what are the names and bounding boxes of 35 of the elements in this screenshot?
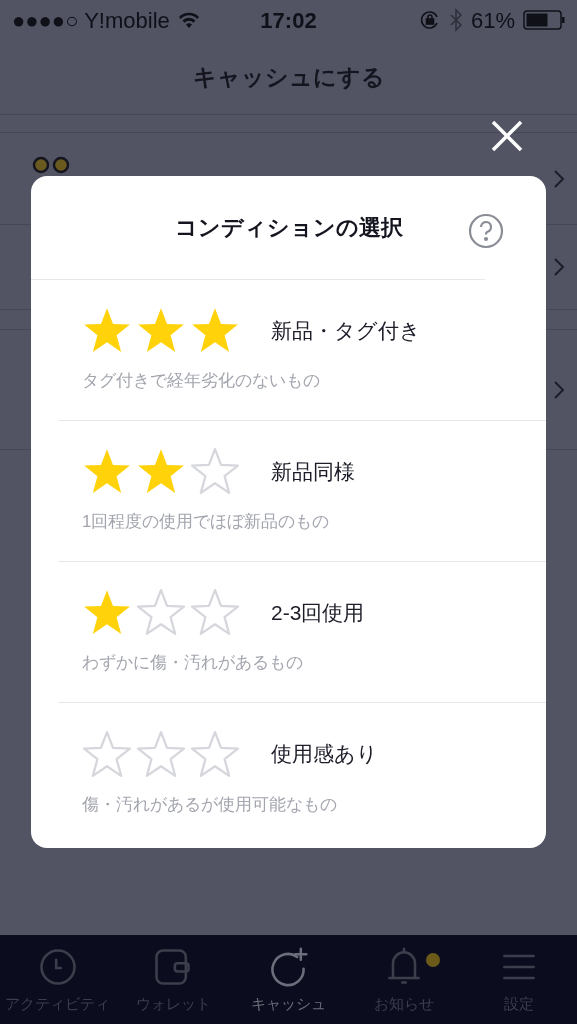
- star-icon: [82, 729, 132, 778]
- condition-description: 1回程度の使用でほぼ新品のもの: [82, 511, 331, 534]
- condition-label: 2-3回使用: [271, 599, 365, 626]
- carrier-name: ●●●●○ Y!mobile: [12, 6, 170, 35]
- close-button[interactable]: [490, 119, 524, 153]
- chevron-right-icon: [553, 379, 565, 400]
- chevron-right-icon: [553, 169, 565, 189]
- wifi-icon: [177, 12, 200, 28]
- rotation-lock-icon: [418, 9, 441, 31]
- condition-description: タグ付きで経年劣化のないもの: [82, 370, 321, 393]
- tab-item[interactable]: キャッシュ: [230, 935, 347, 1024]
- star-icon: [190, 729, 240, 778]
- bluetooth-icon: [448, 8, 463, 32]
- dots-icon: [32, 155, 72, 175]
- star-icon: [190, 588, 240, 637]
- condition-label: 新品同様: [271, 458, 355, 485]
- condition-option[interactable]: 新品・タグ付き タグ付きで経年劣化のないもの: [58, 280, 546, 421]
- condition-label: 新品・タグ付き: [271, 317, 421, 344]
- dialog-title: コンディションの選択: [173, 214, 404, 242]
- help-icon[interactable]: [468, 213, 504, 249]
- battery-icon: [523, 10, 565, 30]
- condition-description: 傷・汚れがあるが使用可能なもの: [82, 793, 338, 816]
- star-icon: [190, 447, 240, 496]
- clock-time: 17:02: [260, 6, 317, 35]
- condition-option[interactable]: 使用感あり 傷・汚れがあるが使用可能なもの: [58, 703, 546, 844]
- chevron-right-icon: [553, 257, 565, 277]
- star-icon: [136, 588, 186, 637]
- condition-option[interactable]: 2-3回使用 わずかに傷・汚れがあるもの: [58, 562, 546, 703]
- condition-option[interactable]: 新品同様 1回程度の使用でほぼ新品のもの: [58, 421, 546, 562]
- star-icon: [136, 729, 186, 778]
- close-icon: [490, 119, 524, 153]
- condition-description: わずかに傷・汚れがあるもの: [82, 652, 304, 675]
- battery-percent: 61%: [470, 6, 515, 35]
- condition-label: 使用感あり: [271, 741, 378, 767]
- page-title: キャッシュにする: [192, 62, 385, 92]
